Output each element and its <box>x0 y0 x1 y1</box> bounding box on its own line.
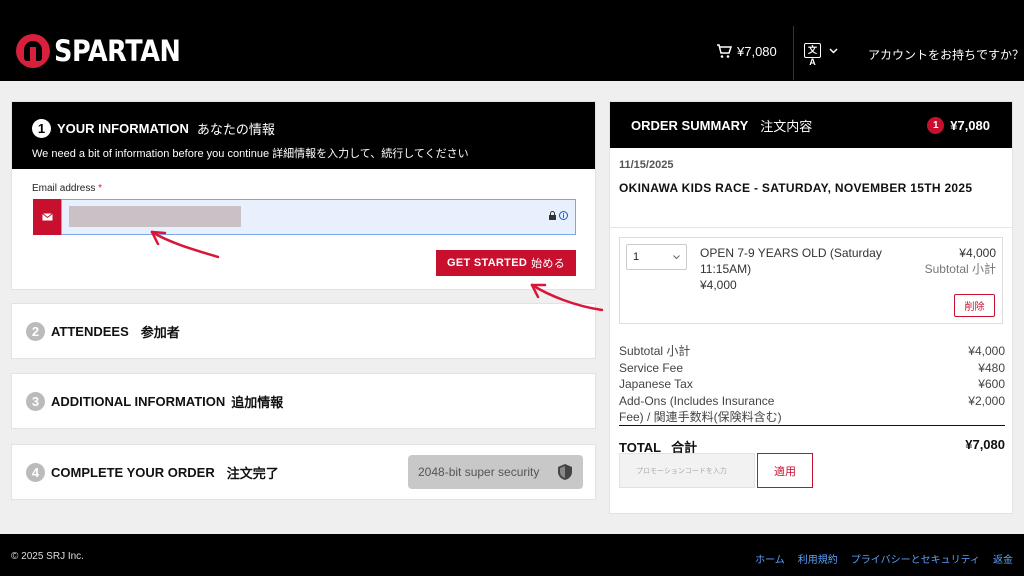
totals-value: ¥4,000 <box>968 344 1005 358</box>
line-item-subtotal-label: Subtotal 小計 <box>924 262 996 276</box>
step1-header: 1 YOUR INFORMATION あなたの情報 We need a bit … <box>12 102 595 169</box>
step-title: ADDITIONAL INFORMATION <box>51 393 226 409</box>
order-summary-panel: ORDER SUMMARY 注文内容 1 ¥7,080 11/15/2025 O… <box>609 101 1014 514</box>
totals-breakdown: Subtotal 小計 ¥4,000 Service Fee ¥480 Japa… <box>619 343 1005 426</box>
footer: © 2025 SRJ Inc. ホーム 利用規約 プライバシーとセキュリティ 返… <box>0 534 1024 576</box>
info-icon <box>559 211 568 220</box>
email-field-group <box>33 199 576 235</box>
quantity-select[interactable]: 1 <box>626 244 687 270</box>
email-field[interactable] <box>61 199 576 235</box>
cart-total: ¥7,080 <box>737 44 777 59</box>
footer-link-refund[interactable]: 返金 <box>993 551 1013 566</box>
totals-label: Subtotal 小計 <box>619 344 691 358</box>
totals-value: ¥2,000 <box>968 393 1005 408</box>
totals-row: Add-Ons (Includes Insurance Fee) / 関連手数料… <box>619 393 1005 426</box>
grand-total-value: ¥7,080 <box>965 437 1005 452</box>
lock-icon <box>549 211 556 220</box>
get-started-label-ja: 始める <box>531 258 565 270</box>
divider <box>619 425 1005 426</box>
summary-total: ¥7,080 <box>950 118 990 133</box>
security-badge-text: 2048-bit super security <box>418 465 540 479</box>
quantity-value: 1 <box>633 251 640 263</box>
header-divider <box>793 26 794 80</box>
totals-value: ¥600 <box>978 377 1005 391</box>
autofill-icons[interactable] <box>548 211 568 220</box>
email-label-text: Email address <box>32 183 96 194</box>
item-count-badge: 1 <box>927 117 945 134</box>
top-navigation-bar: SPARTAN ¥7,080 文A アカウントをお持ちですか？ <box>0 0 1024 81</box>
step-number: 1 <box>32 119 51 138</box>
step-title: ATTENDEES <box>51 323 129 339</box>
line-item: 1 OPEN 7-9 YEARS OLD (Saturday 11:15AM) … <box>619 237 1003 324</box>
order-summary-title-ja: 注文内容 <box>760 118 813 134</box>
footer-link-privacy[interactable]: プライバシーとセキュリティ <box>851 551 980 566</box>
totals-row: Japanese Tax ¥600 <box>619 376 1005 393</box>
footer-link-terms[interactable]: 利用規約 <box>798 551 838 566</box>
delete-item-button[interactable]: 削除 <box>954 294 995 317</box>
copyright-text: © 2025 SRJ Inc. <box>11 551 84 562</box>
security-badge: 2048-bit super security <box>408 455 583 489</box>
translate-icon: 文A <box>804 43 821 67</box>
totals-row: Service Fee ¥480 <box>619 360 1005 377</box>
step-attendees[interactable]: 2 ATTENDEES 参加者 <box>11 303 596 359</box>
line-item-price: ¥4,000 <box>959 246 996 260</box>
cart-button[interactable]: ¥7,080 <box>716 44 777 59</box>
line-item-price-block: ¥4,000 Subtotal 小計 <box>906 245 996 277</box>
totals-label: Service Fee <box>619 360 684 375</box>
step-title-ja: あなたの情報 <box>196 122 275 137</box>
promo-code-group: プロモーションコードを入力 適用 <box>619 453 813 488</box>
step-title-ja: 追加情報 <box>231 394 284 410</box>
step-complete-order[interactable]: 4 COMPLETE YOUR ORDER 注文完了 2048-bit supe… <box>11 444 596 500</box>
step-additional-information[interactable]: 3 ADDITIONAL INFORMATION 追加情報 <box>11 373 596 429</box>
line-item-description: OPEN 7-9 YEARS OLD (Saturday 11:15AM) ¥4… <box>700 245 895 293</box>
divider <box>610 227 1014 228</box>
event-date: 11/15/2025 <box>619 159 674 171</box>
shopping-cart-icon <box>717 44 732 58</box>
step-number: 3 <box>26 391 45 411</box>
chevron-down-icon <box>829 47 838 54</box>
order-summary-title: ORDER SUMMARY <box>631 117 749 133</box>
totals-row: Subtotal 小計 ¥4,000 <box>619 343 1005 360</box>
step-title: COMPLETE YOUR ORDER <box>51 464 215 480</box>
step-number: 4 <box>26 462 45 482</box>
step-number: 2 <box>26 321 45 341</box>
line-item-unit-price: ¥4,000 <box>700 278 737 292</box>
step-title: YOUR INFORMATION <box>57 121 189 136</box>
get-started-button[interactable]: GET STARTED 始める <box>436 250 576 276</box>
language-selector[interactable]: 文A <box>804 43 838 67</box>
totals-label: Japanese Tax <box>619 377 693 391</box>
step-title-ja: 参加者 <box>140 324 180 340</box>
line-item-name: OPEN 7-9 YEARS OLD (Saturday 11:15AM) <box>700 246 882 276</box>
totals-value: ¥480 <box>978 360 1005 375</box>
shield-icon <box>558 464 572 480</box>
account-link[interactable]: アカウントをお持ちですか？ <box>868 46 1024 63</box>
promo-code-input[interactable]: プロモーションコードを入力 <box>619 453 755 488</box>
spartan-helmet-icon <box>16 34 50 68</box>
footer-link-home[interactable]: ホーム <box>755 551 785 566</box>
summary-total-badge: 1 ¥7,080 <box>927 117 990 134</box>
footer-links: ホーム 利用規約 プライバシーとセキュリティ 返金 <box>755 551 1013 566</box>
required-asterisk: * <box>98 183 103 194</box>
redacted-email-value <box>69 206 241 227</box>
order-summary-header: ORDER SUMMARY 注文内容 1 ¥7,080 <box>610 102 1012 148</box>
chevron-down-icon <box>673 254 680 259</box>
step-your-information: 1 YOUR INFORMATION あなたの情報 We need a bit … <box>11 101 596 290</box>
envelope-icon <box>33 199 61 235</box>
event-name: OKINAWA KIDS RACE - SATURDAY, NOVEMBER 1… <box>619 181 973 195</box>
step1-subtitle: We need a bit of information before you … <box>32 148 469 160</box>
spartan-logo[interactable]: SPARTAN <box>16 34 198 68</box>
step-title-ja: 注文完了 <box>226 465 279 481</box>
brand-name: SPARTAN <box>54 34 181 68</box>
totals-label: Add-Ons (Includes Insurance Fee) / 関連手数料… <box>619 393 782 425</box>
apply-promo-button[interactable]: 適用 <box>757 453 813 488</box>
email-label: Email address * <box>32 183 102 194</box>
get-started-label: GET STARTED <box>446 257 528 269</box>
